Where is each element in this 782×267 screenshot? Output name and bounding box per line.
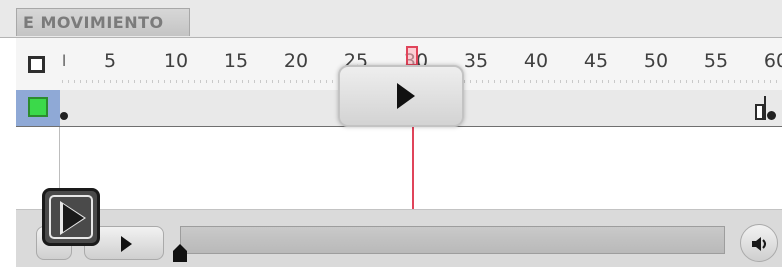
keyframe-end[interactable] [767, 111, 776, 120]
keyframe-start[interactable] [60, 112, 68, 120]
layer-color-swatch[interactable] [28, 97, 48, 117]
play-icon [121, 236, 132, 252]
ruler-label: 50 [643, 50, 669, 72]
ruler-label: 40 [523, 50, 549, 72]
keyframe-end-tick [764, 96, 766, 120]
play-icon [397, 83, 415, 109]
ruler-label: 45 [583, 50, 609, 72]
ruler-label: 20 [283, 50, 309, 72]
ruler-label: 60 [763, 50, 782, 72]
ruler-label: 10 [163, 50, 189, 72]
ruler-label-first: l [62, 52, 67, 70]
play-icon [63, 204, 84, 232]
overlay-play-button[interactable] [42, 188, 100, 246]
big-play-button[interactable] [338, 65, 464, 127]
keyframe-end-box[interactable] [755, 104, 764, 120]
progress-slider-thumb[interactable] [173, 244, 187, 262]
ruler-label: 5 [103, 50, 117, 72]
timeline-empty-area [16, 127, 782, 209]
overlay-play-frame [49, 195, 93, 239]
tab-movimiento[interactable]: E MOVIMIENTO [16, 8, 190, 36]
layer-checkbox[interactable] [28, 56, 45, 73]
ruler-label: 55 [703, 50, 729, 72]
tab-label: E MOVIMIENTO [23, 13, 164, 32]
progress-slider[interactable] [180, 226, 725, 254]
playhead-handle[interactable] [406, 46, 418, 66]
volume-button[interactable] [740, 224, 778, 262]
ruler-label: 15 [223, 50, 249, 72]
speaker-icon [752, 237, 766, 251]
